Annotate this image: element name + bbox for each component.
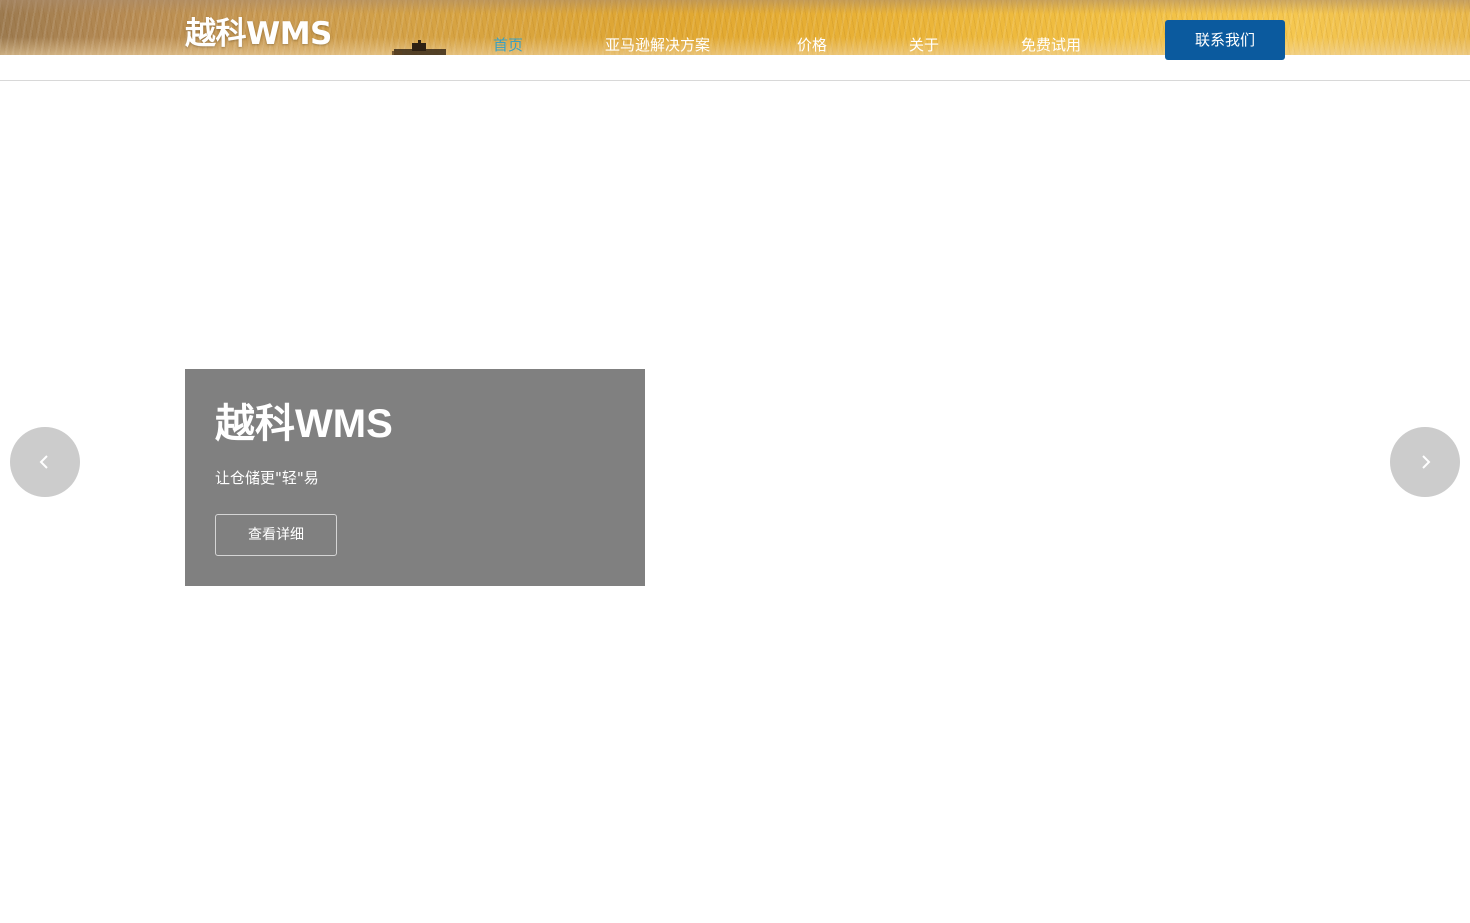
nav-amazon-solutions[interactable]: 亚马逊解决方案 (605, 34, 710, 56)
carousel-prev-button[interactable] (10, 427, 80, 497)
view-details-button[interactable]: 查看详细 (215, 514, 337, 556)
site-logo[interactable]: 越科WMS (185, 14, 332, 54)
nav-free-trial[interactable]: 免费试用 (1021, 34, 1081, 56)
banner-sky (0, 0, 1470, 14)
contact-us-button[interactable]: 联系我们 (1165, 20, 1285, 60)
chevron-left-icon (39, 455, 48, 469)
carousel-next-button[interactable] (1390, 427, 1460, 497)
page: 越科WMS 首页 亚马逊解决方案 价格 关于 免费试用 联系我们 越科WMS 让… (0, 0, 1470, 923)
hero-title: 越科WMS (215, 402, 393, 446)
nav-home[interactable]: 首页 (493, 34, 523, 56)
hero-subtitle: 让仓储更"轻"易 (215, 469, 319, 487)
hero-card: 越科WMS 让仓储更"轻"易 查看详细 (185, 369, 645, 586)
nav-about[interactable]: 关于 (909, 34, 939, 56)
nav-pricing[interactable]: 价格 (797, 34, 827, 56)
chevron-right-icon (1422, 455, 1431, 469)
harvester-silhouette (392, 40, 446, 55)
header-divider (0, 80, 1470, 81)
